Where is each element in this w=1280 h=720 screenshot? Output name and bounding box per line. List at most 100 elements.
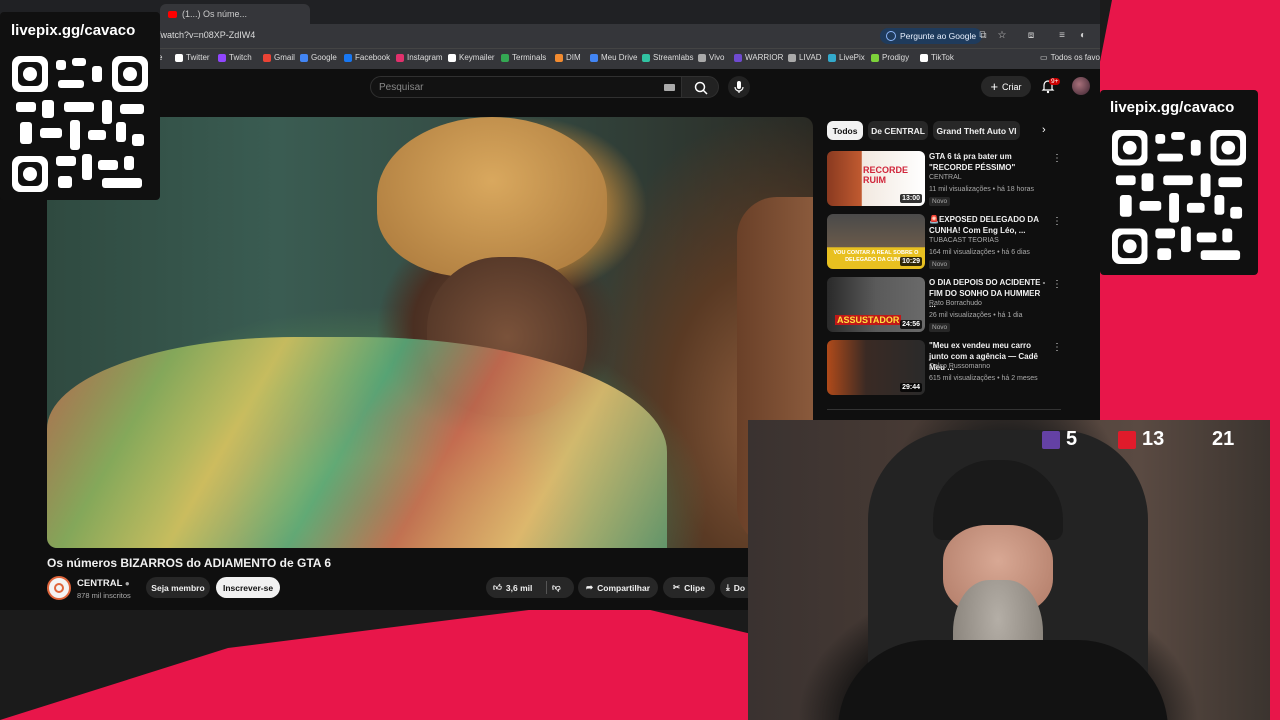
join-button[interactable]: Seja membro xyxy=(146,577,210,598)
related-channel: Rato Borrachudo xyxy=(929,300,982,307)
folder-icon: ▭ xyxy=(1040,53,1048,62)
chip-label: Todos xyxy=(832,125,858,136)
channel-avatar[interactable] xyxy=(47,576,71,600)
bookmark-item[interactable]: Vivo xyxy=(698,53,724,62)
address-bar[interactable]: /watch?v=n08XP-ZdIW4 Pergunte ao Google … xyxy=(0,24,1100,48)
bookmark-item[interactable]: Gmail xyxy=(263,53,295,62)
like-divider xyxy=(546,581,547,594)
chevron-right-icon[interactable]: › xyxy=(1042,124,1046,136)
clip-button[interactable]: ✂ Clipe xyxy=(663,577,715,598)
search-input[interactable]: Pesquisar xyxy=(370,76,682,98)
bookmark-item[interactable]: Instagram xyxy=(396,53,443,62)
bookmark-favicon-icon xyxy=(263,53,271,62)
twitch-icon xyxy=(1042,430,1060,449)
chip-label: Grand Theft Auto VI xyxy=(936,125,1017,136)
create-label: Criar xyxy=(1002,81,1022,92)
bookmark-favicon-icon xyxy=(828,53,836,62)
bookmark-label: Meu Drive xyxy=(601,53,638,62)
bookmark-item[interactable]: TikTok xyxy=(920,53,954,62)
webcam-shirt xyxy=(838,640,1168,720)
video-duration: 10:29 xyxy=(900,257,922,266)
search-button[interactable] xyxy=(681,76,719,98)
subscribe-button[interactable]: Inscrever-se xyxy=(216,577,280,598)
sidebar-icon[interactable]: ◐ xyxy=(1076,29,1090,43)
notification-count: 9+ xyxy=(1049,78,1061,85)
all-bookmarks-folder[interactable]: ▭ Todos os favor xyxy=(1040,53,1100,62)
bookmark-item[interactable]: Twitch xyxy=(218,53,252,62)
bookmark-item[interactable]: Keymailer xyxy=(448,53,495,62)
browser-tab[interactable]: (1...) Os núme... xyxy=(160,4,310,24)
video-thumbnail: 29:44 xyxy=(827,340,925,395)
reading-list-icon[interactable]: ≡ xyxy=(1055,29,1069,43)
video-frame-cap xyxy=(377,117,607,277)
bookmark-favicon-icon xyxy=(396,53,404,62)
livepix-url: livepix.gg/cavaco xyxy=(1110,99,1235,116)
youtube-count: 13 xyxy=(1142,428,1165,450)
video-thumbnail: VOU CONTAR A REAL SOBRE O DELEGADO DA CU… xyxy=(827,214,925,269)
bookmark-favicon-icon xyxy=(501,53,509,62)
bookmark-item[interactable]: Twitter xyxy=(175,53,210,62)
qr-code-icon xyxy=(12,56,148,192)
bookmark-favicon-icon xyxy=(448,53,456,62)
video-player[interactable] xyxy=(47,117,813,548)
video-duration: 24:56 xyxy=(900,320,922,329)
bookmark-favicon-icon xyxy=(698,53,706,62)
new-badge: Novo xyxy=(929,323,951,332)
related-title: 🚨EXPOSED DELEGADO DA CUNHA! Com Eng Léo,… xyxy=(929,215,1039,235)
voice-search-button[interactable] xyxy=(728,76,750,98)
bookmarks-bar: e Twitter Twitch Gmail Google Facebook Instagr… xyxy=(0,48,1100,69)
extensions-icon[interactable]: ⧈ xyxy=(1024,29,1038,43)
bookmark-label: Vivo xyxy=(709,53,725,62)
like-button[interactable]: 👍︎ 3,6 mil 👎︎ xyxy=(486,577,574,598)
related-video[interactable]: VOU CONTAR A REAL SOBRE O DELEGADO DA CU… xyxy=(827,214,1063,270)
bookmark-label: Instagram xyxy=(407,53,443,62)
related-video[interactable]: 29:44 "Meu ex vendeu meu carro junto com… xyxy=(827,340,1063,396)
bookmark-label: Keymailer xyxy=(459,53,495,62)
more-vert-icon[interactable]: ⋮ xyxy=(1052,342,1062,353)
bookmark-favicon-icon xyxy=(344,53,352,62)
chip-all[interactable]: Todos xyxy=(827,121,863,140)
share-button[interactable]: ➦ Compartilhar xyxy=(578,577,658,598)
bookmark-item[interactable]: Google xyxy=(300,53,337,62)
bookmark-item[interactable]: Streamlabs xyxy=(642,53,693,62)
bookmark-item[interactable]: Terminals xyxy=(501,53,546,62)
bookmark-label: DIM xyxy=(566,53,581,62)
more-vert-icon[interactable]: ⋮ xyxy=(1052,216,1062,227)
download-label: Do xyxy=(733,582,746,593)
related-title: GTA 6 tá pra bater um "RECORDE PÉSSIMO" xyxy=(929,152,1016,172)
bookmark-favicon-icon xyxy=(642,53,650,62)
thumbs-down-icon[interactable]: 👎︎ xyxy=(552,582,561,593)
related-meta: 615 mil visualizações • há 2 meses xyxy=(929,375,1038,382)
bookmark-favicon-icon xyxy=(734,53,742,62)
url-text[interactable]: /watch?v=n08XP-ZdIW4 xyxy=(158,30,255,40)
youtube-viewers: 13 xyxy=(1118,428,1164,451)
bookmark-item[interactable]: DIM xyxy=(555,53,581,62)
chip-from-channel[interactable]: De CENTRAL xyxy=(868,121,928,140)
avatar[interactable] xyxy=(1072,77,1090,95)
related-video[interactable]: RECORDE RUIM 13:00 GTA 6 tá pra bater um… xyxy=(827,151,1063,207)
clip-label: Clipe xyxy=(684,582,705,593)
bookmark-label: LIVAD xyxy=(799,53,822,62)
cast-icon[interactable]: ⧉ xyxy=(976,29,990,43)
bookmark-item[interactable]: Meu Drive xyxy=(590,53,637,62)
bookmark-label: Prodigy xyxy=(882,53,910,62)
related-video[interactable]: ASSUSTADOR 24:56 O DIA DEPOIS DO ACIDENT… xyxy=(827,277,1063,333)
google-lens-icon xyxy=(886,31,896,41)
chip-gta6[interactable]: Grand Theft Auto VI xyxy=(933,121,1020,140)
sidebar-divider xyxy=(827,409,1061,410)
bookmark-item[interactable]: WARRIOR xyxy=(734,53,783,62)
keyboard-icon[interactable] xyxy=(664,84,675,91)
more-vert-icon[interactable]: ⋮ xyxy=(1052,279,1062,290)
bookmark-item[interactable]: Facebook xyxy=(344,53,390,62)
livepix-panel: livepix.gg/cavaco xyxy=(1100,90,1258,275)
channel-name[interactable]: CENTRAL ● xyxy=(77,578,130,589)
star-icon[interactable]: ☆ xyxy=(995,29,1009,43)
bookmark-item[interactable]: Prodigy xyxy=(871,53,909,62)
bookmark-item[interactable]: LivePix xyxy=(828,53,865,62)
thumbnail-text: RECORDE RUIM xyxy=(863,165,909,185)
create-button[interactable]: + Criar xyxy=(981,76,1031,97)
related-channel: TUBACAST TEORIAS xyxy=(929,237,999,244)
ask-google-button[interactable]: Pergunte ao Google xyxy=(880,28,983,44)
bookmark-item[interactable]: LIVAD xyxy=(788,53,822,62)
more-vert-icon[interactable]: ⋮ xyxy=(1052,153,1062,164)
